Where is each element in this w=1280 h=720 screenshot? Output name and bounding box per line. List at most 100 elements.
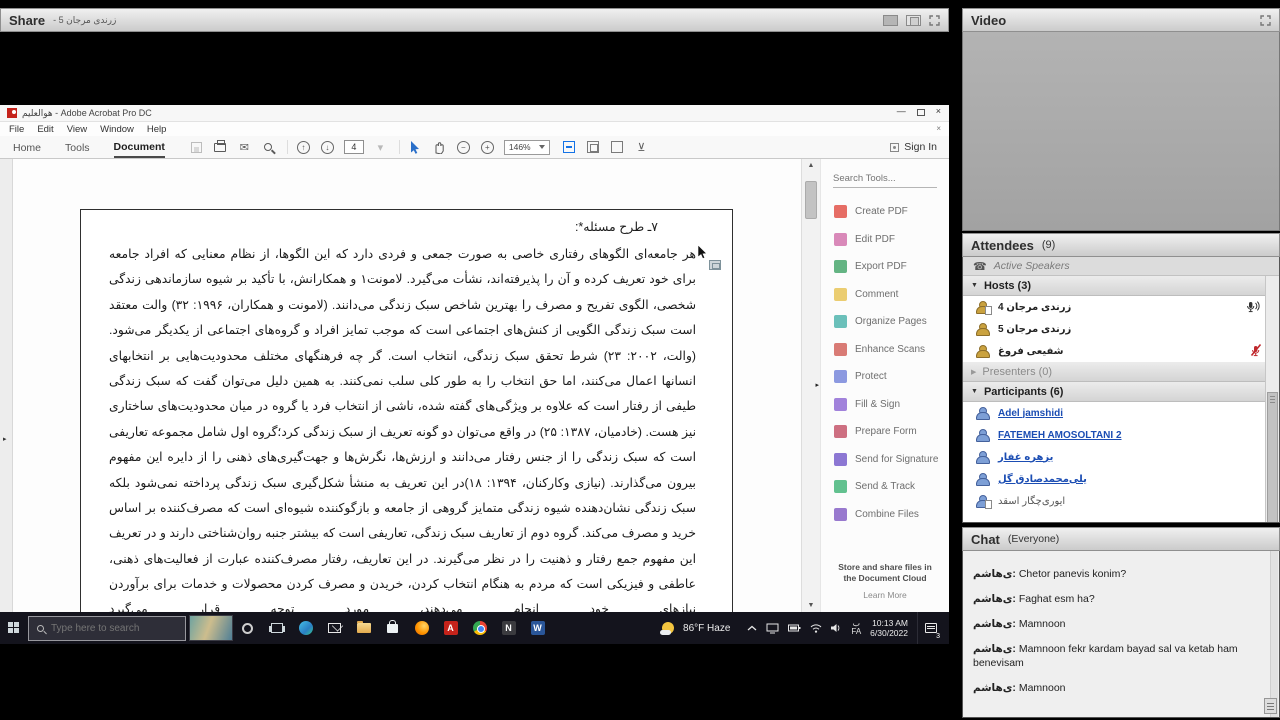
chat-message-area[interactable]: ی‌هاشم: Chetor panevis konim? ی‌هاشم: Fa… <box>962 551 1280 718</box>
fullscreen-icon[interactable] <box>929 15 940 26</box>
mail-icon[interactable] <box>320 612 349 644</box>
battery-icon[interactable] <box>788 624 801 632</box>
chat-pod-title: Chat <box>971 532 1000 547</box>
fit-width-icon[interactable] <box>562 140 577 155</box>
weather-icon[interactable] <box>662 622 674 634</box>
edge-icon[interactable] <box>291 612 320 644</box>
weather-label[interactable]: 86°F Haze <box>683 623 730 634</box>
chat-scrollbar[interactable] <box>1270 551 1278 717</box>
tray-chevron-icon[interactable] <box>747 625 757 632</box>
toolbar-options-icon[interactable]: ⊻ <box>634 140 649 155</box>
tools-panel-item[interactable]: Send & Track <box>821 473 949 501</box>
chrome-icon[interactable] <box>465 612 494 644</box>
network-icon[interactable] <box>810 623 822 633</box>
scroll-down-icon[interactable]: ▼ <box>802 602 820 609</box>
tab-document[interactable]: Document <box>114 137 165 158</box>
close-button[interactable]: × <box>936 106 941 116</box>
zoom-in-icon[interactable]: + <box>480 140 495 155</box>
start-button[interactable] <box>0 612 28 644</box>
tools-search-input[interactable] <box>833 173 937 188</box>
document-close-button[interactable]: × <box>936 124 941 133</box>
acrobat-taskbar-icon[interactable]: A <box>436 612 465 644</box>
store-icon[interactable] <box>378 612 407 644</box>
tools-panel-item[interactable]: Organize Pages <box>821 308 949 336</box>
chat-scroll-button[interactable] <box>1264 698 1277 714</box>
select-tool-icon[interactable] <box>408 140 423 155</box>
zoom-level-select[interactable]: 146% <box>504 140 550 155</box>
window-thumbnail[interactable] <box>189 615 233 641</box>
page-nav-icon[interactable]: ▾ <box>373 140 388 155</box>
tools-panel-item[interactable]: Send for Signature <box>821 446 949 474</box>
fullwidth-view-icon[interactable] <box>610 140 625 155</box>
page-up-icon[interactable]: ↑ <box>296 140 311 155</box>
menu-view[interactable]: View <box>67 124 87 135</box>
volume-icon[interactable] <box>831 623 842 633</box>
file-explorer-icon[interactable] <box>349 612 378 644</box>
taskbar-search[interactable] <box>28 616 186 641</box>
hosts-section-header[interactable]: ▼ Hosts (3) <box>963 276 1279 296</box>
scroll-up-icon[interactable]: ▲ <box>802 162 820 169</box>
participant-row[interactable]: یزهره غفار <box>963 446 1279 468</box>
panel-collapse-arrow-icon[interactable]: ▸ <box>815 381 819 389</box>
hand-tool-icon[interactable] <box>432 140 447 155</box>
search-icon[interactable] <box>261 140 276 155</box>
cortana-icon[interactable] <box>233 612 262 644</box>
participant-row[interactable]: یلی‌محمدصادق گل <box>963 468 1279 490</box>
tools-panel-item[interactable]: Fill & Sign <box>821 391 949 419</box>
nav-pane-strip[interactable]: ▸ <box>0 159 13 612</box>
participants-section-header[interactable]: ▼ Participants (6) <box>963 382 1279 402</box>
zoom-out-icon[interactable]: − <box>456 140 471 155</box>
menu-help[interactable]: Help <box>147 124 167 135</box>
task-view-icon[interactable] <box>262 612 291 644</box>
acrobat-titlebar[interactable]: هوالعليم - Adobe Acrobat Pro DC — × <box>0 105 949 122</box>
notification-icon[interactable]: 3 <box>917 612 943 644</box>
participant-row[interactable]: FATEMEH AMOSOLTANI 2 <box>963 424 1279 446</box>
sign-in-button[interactable]: Sign In <box>890 136 937 158</box>
app-n-icon[interactable]: N <box>494 612 523 644</box>
save-icon[interactable] <box>189 140 204 155</box>
tab-tools[interactable]: Tools <box>65 138 90 157</box>
tools-panel-item[interactable]: Export PDF <box>821 253 949 281</box>
menu-edit[interactable]: Edit <box>37 124 53 135</box>
print-icon[interactable] <box>213 140 228 155</box>
share-view-toggle-icon[interactable] <box>883 15 898 26</box>
attendees-scrollbar[interactable] <box>1265 276 1279 522</box>
email-icon[interactable]: ✉ <box>237 140 252 155</box>
taskbar-search-input[interactable] <box>51 623 171 634</box>
share-layout-icon[interactable] <box>906 15 921 26</box>
attendee-row-host-1[interactable]: زرندی مرجان 4 <box>963 296 1279 318</box>
attendee-row-host-3[interactable]: شفیعی فروغ <box>963 340 1279 362</box>
tools-panel-item[interactable]: Protect <box>821 363 949 391</box>
tools-panel-item[interactable]: Edit PDF <box>821 226 949 254</box>
scrollbar-thumb[interactable] <box>1267 392 1278 523</box>
minimize-button[interactable]: — <box>897 106 906 116</box>
monitor-icon[interactable] <box>766 623 779 634</box>
presenters-section-header[interactable]: ▶ Presenters (0) <box>963 362 1279 382</box>
tools-panel-item[interactable]: Prepare Form <box>821 418 949 446</box>
tab-home[interactable]: Home <box>13 138 41 157</box>
menu-file[interactable]: File <box>9 124 24 135</box>
word-icon[interactable]: W <box>523 612 552 644</box>
page-number-input[interactable]: 4 <box>344 140 364 154</box>
participant-row[interactable]: ایوری‌چگار اسقد <box>963 490 1279 512</box>
nav-expand-arrow-icon[interactable]: ▸ <box>3 435 7 443</box>
scrollbar-thumb[interactable] <box>805 181 817 219</box>
language-indicator[interactable]: ب FA <box>851 620 861 636</box>
page-scrollbar[interactable]: ▲ ▼ ▸ <box>801 159 821 612</box>
chevron-down-icon: ▼ <box>971 282 978 289</box>
tools-panel-item[interactable]: Comment <box>821 281 949 309</box>
clock[interactable]: 10:13 AM 6/30/2022 <box>870 618 908 638</box>
fit-page-icon[interactable] <box>586 140 601 155</box>
restore-button[interactable] <box>917 109 925 116</box>
attendee-row-host-2[interactable]: زرندی مرجان 5 <box>963 318 1279 340</box>
tools-panel-item[interactable]: Create PDF <box>821 198 949 226</box>
tools-panel-item[interactable]: Combine Files <box>821 501 949 529</box>
menu-window[interactable]: Window <box>100 124 134 135</box>
tools-panel-item[interactable]: Enhance Scans <box>821 336 949 364</box>
page-down-icon[interactable]: ↓ <box>320 140 335 155</box>
learn-more-link[interactable]: Learn More <box>821 590 949 600</box>
firefox-icon[interactable] <box>407 612 436 644</box>
fullscreen-icon[interactable] <box>1260 15 1271 26</box>
document-pane[interactable]: ۷ـ طرح مسئله*: هر جامعه‌ای الگوهای رفتار… <box>13 159 801 612</box>
participant-row[interactable]: Adel jamshidi <box>963 402 1279 424</box>
